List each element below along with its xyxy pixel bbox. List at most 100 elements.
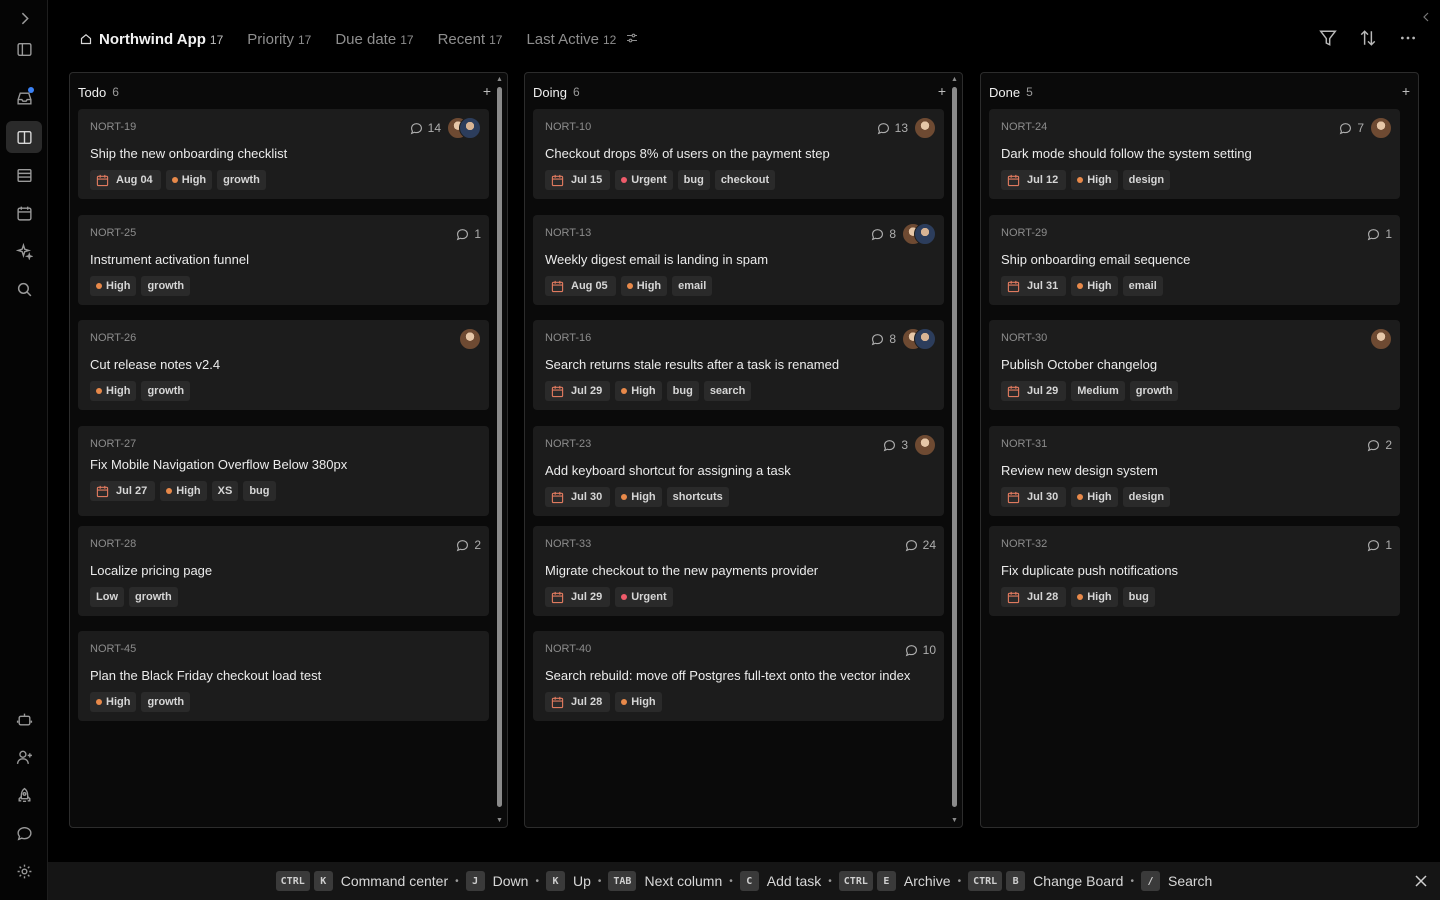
- sort-icon[interactable]: [1358, 28, 1378, 48]
- priority-tag[interactable]: High: [1071, 276, 1118, 296]
- assignee-avatars[interactable]: [914, 434, 936, 456]
- label-tag[interactable]: growth: [217, 170, 266, 190]
- due-date-tag[interactable]: Aug 04: [90, 170, 161, 190]
- comment-count[interactable]: 3: [883, 438, 908, 452]
- scroll-up-arrow-icon[interactable]: ▲: [496, 76, 503, 83]
- task-card[interactable]: NORT-30 Publish October changelog Jul 29 Me…: [989, 320, 1400, 410]
- assignee-avatars[interactable]: [459, 328, 481, 350]
- priority-tag[interactable]: High: [90, 276, 137, 296]
- label-tag[interactable]: bug: [666, 381, 699, 401]
- comment-count[interactable]: 2: [456, 538, 481, 552]
- label-tag[interactable]: XS: [211, 481, 239, 501]
- add-task-button[interactable]: +: [1402, 83, 1410, 99]
- task-card[interactable]: NORT-28 Localize pricing page 2 Low growth: [78, 526, 489, 616]
- label-tag[interactable]: design: [1122, 487, 1171, 507]
- due-date-tag[interactable]: Jul 29: [545, 381, 611, 401]
- comment-count[interactable]: 24: [905, 538, 936, 552]
- comment-count[interactable]: 8: [871, 227, 896, 241]
- add-user-icon[interactable]: [6, 741, 42, 773]
- due-date-tag[interactable]: Jul 12: [1001, 170, 1067, 190]
- assignee-avatars[interactable]: [1370, 328, 1392, 350]
- chat-icon[interactable]: [6, 817, 42, 849]
- sparkle-icon[interactable]: [6, 235, 42, 267]
- task-card[interactable]: NORT-24 Dark mode should follow the syste…: [989, 109, 1400, 199]
- close-icon[interactable]: [1414, 874, 1428, 888]
- due-date-tag[interactable]: Jul 29: [545, 587, 611, 607]
- comment-count[interactable]: 14: [410, 121, 441, 135]
- comment-count[interactable]: 1: [1367, 538, 1392, 552]
- due-date-tag[interactable]: Jul 28: [1001, 587, 1067, 607]
- priority-tag[interactable]: High: [620, 276, 668, 296]
- priority-tag[interactable]: High: [160, 481, 207, 501]
- task-card[interactable]: NORT-31 Review new design system 2 Jul 30 Hi…: [989, 426, 1400, 516]
- list-icon[interactable]: [6, 159, 42, 191]
- comment-count[interactable]: 1: [1367, 227, 1392, 241]
- task-card[interactable]: NORT-45 Plan the Black Friday checkout lo…: [78, 631, 489, 721]
- tab-last-active[interactable]: Last Active 12: [526, 31, 638, 48]
- assignee-avatars[interactable]: [1370, 117, 1392, 139]
- collapse-right-icon[interactable]: [1420, 10, 1432, 24]
- comment-count[interactable]: 8: [871, 332, 896, 346]
- priority-tag[interactable]: High: [90, 692, 137, 712]
- due-date-tag[interactable]: Jul 15: [545, 170, 611, 190]
- task-card[interactable]: NORT-23 Add keyboard shortcut for assigni…: [533, 426, 944, 516]
- task-card[interactable]: NORT-27 Fix Mobile Navigation Overflow Be…: [78, 426, 489, 516]
- label-tag[interactable]: bug: [1122, 587, 1155, 607]
- task-card[interactable]: NORT-25 Instrument activation funnel 1 High…: [78, 215, 489, 305]
- priority-tag[interactable]: High: [615, 381, 662, 401]
- priority-tag[interactable]: Urgent: [615, 170, 673, 190]
- label-tag[interactable]: bug: [677, 170, 710, 190]
- due-date-tag[interactable]: Jul 29: [1001, 381, 1067, 401]
- bot-icon[interactable]: [6, 703, 42, 735]
- scrollbar[interactable]: [952, 87, 957, 807]
- label-tag[interactable]: growth: [141, 381, 191, 401]
- priority-tag[interactable]: High: [615, 487, 662, 507]
- expand-icon[interactable]: [6, 2, 42, 34]
- label-tag[interactable]: shortcuts: [666, 487, 729, 507]
- tab-priority[interactable]: Priority 17: [247, 31, 311, 48]
- task-card[interactable]: NORT-10 Checkout drops 8% of users on the…: [533, 109, 944, 199]
- priority-tag[interactable]: High: [90, 381, 137, 401]
- rocket-icon[interactable]: [6, 779, 42, 811]
- due-date-tag[interactable]: Jul 30: [1001, 487, 1067, 507]
- priority-tag[interactable]: High: [1071, 587, 1118, 607]
- add-task-button[interactable]: +: [938, 83, 946, 99]
- tune-icon[interactable]: [626, 32, 638, 44]
- comment-count[interactable]: 2: [1367, 438, 1392, 452]
- label-tag[interactable]: checkout: [714, 170, 776, 190]
- assignee-avatars[interactable]: [902, 223, 936, 245]
- label-tag[interactable]: bug: [243, 481, 276, 501]
- inbox-icon[interactable]: [6, 82, 42, 114]
- priority-tag[interactable]: High: [1071, 487, 1118, 507]
- calendar-icon[interactable]: [6, 197, 42, 229]
- filter-icon[interactable]: [1318, 28, 1338, 48]
- add-task-button[interactable]: +: [483, 83, 491, 99]
- due-date-tag[interactable]: Jul 28: [545, 692, 611, 712]
- task-card[interactable]: NORT-33 Migrate checkout to the new payme…: [533, 526, 944, 616]
- assignee-avatars[interactable]: [447, 117, 481, 139]
- board-icon[interactable]: [6, 121, 42, 153]
- comment-count[interactable]: 10: [905, 643, 936, 657]
- task-card[interactable]: NORT-16 Search returns stale results afte…: [533, 320, 944, 410]
- more-icon[interactable]: [1398, 28, 1418, 48]
- label-tag[interactable]: email: [672, 276, 713, 296]
- label-tag[interactable]: design: [1122, 170, 1171, 190]
- priority-tag[interactable]: Urgent: [615, 587, 673, 607]
- label-tag[interactable]: Low: [90, 587, 124, 607]
- tab-northwind-app[interactable]: Northwind App 17: [80, 31, 223, 48]
- task-card[interactable]: NORT-26 Cut release notes v2.4 High growth: [78, 320, 489, 410]
- comment-count[interactable]: 13: [877, 121, 908, 135]
- task-card[interactable]: NORT-40 Search rebuild: move off Postgres…: [533, 631, 944, 721]
- scrollbar[interactable]: [497, 87, 502, 807]
- label-tag[interactable]: growth: [129, 587, 178, 607]
- task-card[interactable]: NORT-19 Ship the new onboarding checklist…: [78, 109, 489, 199]
- comment-count[interactable]: 1: [456, 227, 481, 241]
- priority-tag[interactable]: High: [165, 170, 213, 190]
- label-tag[interactable]: Medium: [1071, 381, 1125, 401]
- label-tag[interactable]: growth: [141, 276, 191, 296]
- due-date-tag[interactable]: Jul 30: [545, 487, 611, 507]
- tab-due-date[interactable]: Due date 17: [335, 31, 413, 48]
- tab-recent[interactable]: Recent 17: [438, 31, 503, 48]
- sidebar-icon[interactable]: [6, 33, 42, 65]
- scroll-down-arrow-icon[interactable]: ▼: [951, 817, 958, 824]
